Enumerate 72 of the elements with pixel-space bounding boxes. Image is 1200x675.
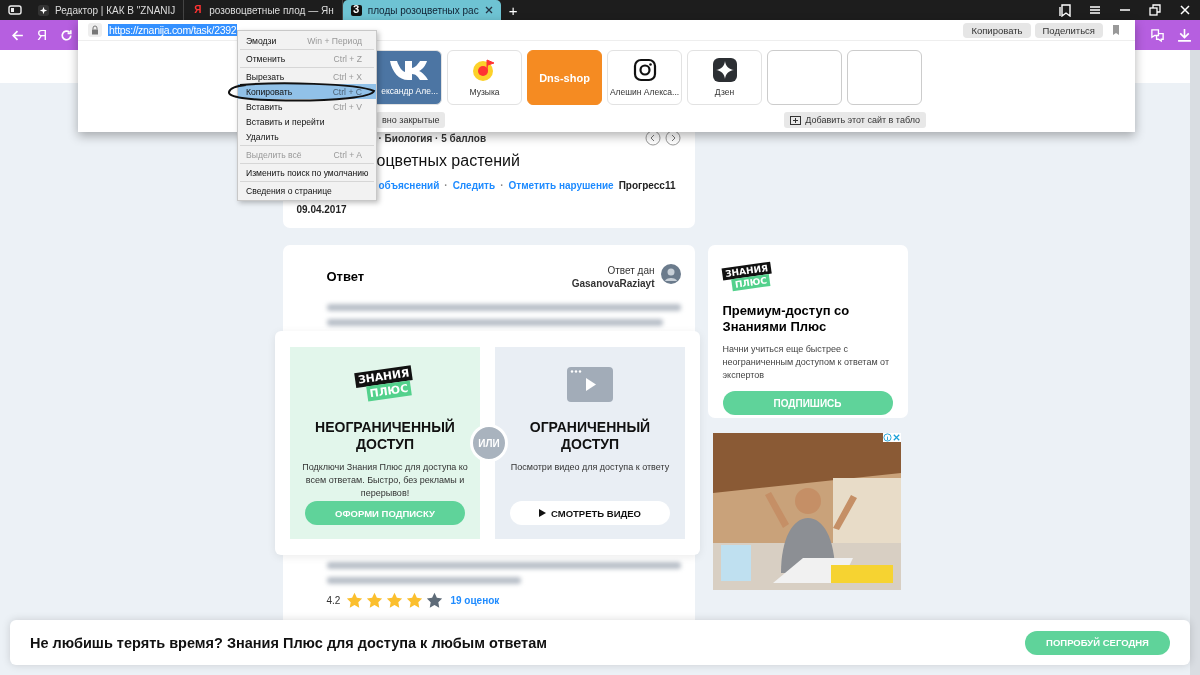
yandex-icon: Я: [192, 4, 204, 16]
watch-video-button[interactable]: СМОТРЕТЬ ВИДЕО: [510, 501, 670, 525]
empty-tile[interactable]: [767, 50, 842, 105]
menu-item[interactable]: Удалить: [238, 129, 376, 144]
star-icon: [712, 58, 737, 82]
add-icon: [790, 115, 802, 125]
question-meta: · Биология · 5 баллов: [378, 132, 487, 144]
speed-dial-tile[interactable]: Музыка: [447, 50, 522, 105]
video-icon: [567, 366, 613, 402]
panel-text: Подключи Знания Плюс для доступа ко всем ответам. Быстро, без рекламы и перерывов!: [302, 461, 468, 500]
tile-label: Алешин Алекса...: [609, 87, 680, 97]
toolbar-button[interactable]: Копировать: [963, 22, 1031, 38]
star-icon: [426, 592, 444, 609]
browser-tab[interactable]: З плоды розоцветных рас: [342, 0, 501, 20]
lock-icon[interactable]: [88, 23, 102, 37]
camera-icon: [632, 58, 657, 82]
avatar-icon[interactable]: [660, 264, 681, 284]
star-icon: [366, 592, 384, 609]
question-date: 09.04.2017: [296, 204, 347, 215]
close-icon[interactable]: [1178, 3, 1192, 17]
menu-item[interactable]: Эмодзи Win + Период: [238, 33, 376, 48]
menu-icon[interactable]: [1088, 3, 1102, 17]
author-name[interactable]: GasanovaRaziayt: [571, 277, 655, 290]
menu-item[interactable]: Вставить Ctrl + V: [238, 99, 376, 114]
tile-label: Дзен: [714, 87, 735, 97]
menu-item[interactable]: Вырезать Ctrl + X: [238, 69, 376, 84]
menu-item[interactable]: Вставить и перейти: [238, 114, 376, 129]
author-name: Прогресс11: [618, 180, 676, 191]
reload-icon[interactable]: [59, 27, 75, 43]
bookmarks-icon[interactable]: [1058, 3, 1072, 17]
recently-closed-button[interactable]: вно закрытые: [376, 112, 446, 128]
panel-title: ОГРАНИЧЕННЫЙ ДОСТУП: [528, 419, 652, 453]
toolbar-button[interactable]: Поделиться: [1034, 22, 1103, 38]
speed-dial-tile[interactable]: Алешин Алекса...: [607, 50, 682, 105]
info-icon[interactable]: [882, 433, 892, 442]
translate-icon[interactable]: [1150, 27, 1165, 43]
restore-icon[interactable]: [1148, 3, 1162, 17]
answered-by-label: Ответ дан: [607, 265, 655, 276]
banner-text: Не любишь терять время? Знания Плюс для доступа к любым ответам: [30, 634, 547, 651]
rating-value: 4.2: [326, 595, 341, 606]
panel-title: НЕОГРАНИЧЕННЫЙ ДОСТУП: [315, 419, 455, 453]
site-icon: З: [350, 4, 362, 16]
previous-icon[interactable]: [644, 130, 661, 146]
menu-item[interactable]: Изменить поиск по умолчанию: [238, 165, 376, 180]
add-site-button[interactable]: Добавить этот сайт в табло: [784, 112, 926, 128]
play-icon: [539, 509, 546, 517]
download-icon[interactable]: [1177, 27, 1192, 43]
question-title: оцветных растений: [376, 152, 520, 170]
menu-item[interactable]: Сведения о странице: [238, 183, 376, 198]
separator-dot: ·: [500, 180, 504, 191]
sidebar-icon[interactable]: [8, 3, 22, 17]
tile-label: ександр Але...: [381, 86, 438, 96]
panel-text: Посмотри видео для доступа к ответу: [510, 461, 670, 474]
tile-label: Музыка: [469, 87, 500, 97]
speed-dial-tile[interactable]: ександр Але...: [376, 50, 442, 105]
premium-title: Премиум-доступ со Знаниями Плюс: [722, 303, 851, 335]
star-icon: [386, 592, 404, 609]
star-icon: [406, 592, 424, 609]
menu-item[interactable]: Отменить Ctrl + Z: [238, 51, 376, 66]
star-icon: [346, 592, 364, 609]
answer-heading: Ответ: [326, 269, 366, 284]
sparkle-icon: [38, 4, 49, 16]
separator-dot: ·: [444, 180, 448, 191]
next-icon[interactable]: [664, 130, 681, 146]
empty-tile[interactable]: [847, 50, 922, 105]
scrollbar[interactable]: [1190, 50, 1200, 675]
new-tab-button[interactable]: +: [508, 2, 518, 18]
yandex-button[interactable]: Я: [37, 27, 48, 43]
premium-text: Начни учиться еще быстрее с неограниченным доступом к ответам от экспертов: [722, 343, 890, 382]
speed-dial-tile[interactable]: Дзен: [687, 50, 762, 105]
logo-icon: [387, 59, 428, 81]
close-icon[interactable]: [484, 6, 493, 14]
